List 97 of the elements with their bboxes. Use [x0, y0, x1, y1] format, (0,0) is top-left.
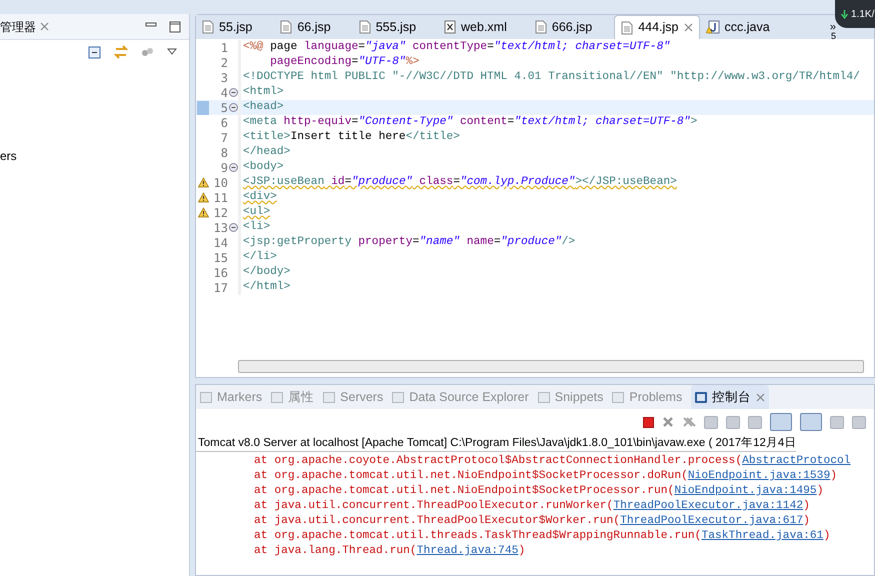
view-icon — [323, 392, 336, 402]
show-console-toggle[interactable] — [770, 413, 792, 431]
source-link[interactable]: ThreadPoolExecutor.java:1142 — [613, 500, 804, 512]
view-icon — [612, 392, 624, 402]
view-icon — [695, 392, 708, 402]
tree-item[interactable]: ers — [0, 148, 17, 164]
code-line: <JSP:useBean id="produce" class="com.lyp.Produce"></JSP:useBean> — [243, 174, 677, 190]
remove-all-icon[interactable] — [682, 416, 696, 428]
collapse-icon[interactable] — [228, 163, 238, 172]
code-line: <ul> — [243, 204, 270, 220]
code-line: </body> — [243, 264, 290, 280]
collapse-icon[interactable] — [228, 103, 238, 112]
editor-tab[interactable]: ccc.java — [700, 15, 792, 39]
code-line: <%@ page language="java" contentType="text/html; charset=UTF-8" — [243, 40, 670, 56]
line-number: 3 — [220, 70, 228, 86]
line-number: 13 — [212, 220, 228, 236]
close-icon[interactable] — [40, 22, 49, 31]
editor-tab[interactable]: 666.jsp — [528, 15, 614, 39]
stack-trace-line: at java.lang.Thread.run(Thread.java:745) — [254, 544, 526, 559]
code-line: <html> — [243, 84, 284, 100]
collapse-icon[interactable] — [228, 223, 238, 232]
source-link[interactable]: ThreadPoolExecutor.java:617 — [620, 515, 804, 527]
download-arrow-icon — [841, 10, 848, 18]
code-line: <li> — [243, 220, 270, 236]
warning-icon — [198, 177, 208, 188]
line-number: 15 — [212, 250, 228, 266]
speed-reading: 1.1K/ — [851, 8, 874, 22]
warning-icon — [198, 192, 208, 203]
link-arrows-icon[interactable] — [113, 45, 129, 59]
line-number: 7 — [220, 130, 228, 146]
view-menu-icon[interactable] — [167, 48, 177, 56]
java-file-warning-icon — [706, 20, 720, 34]
line-number: 1 — [220, 40, 228, 56]
collapse-icon[interactable] — [228, 88, 238, 97]
line-number: 17 — [212, 280, 228, 296]
code-line: pageEncoding="UTF-8"%> — [269, 54, 420, 70]
panel-tab[interactable]: 管理器 — [0, 18, 36, 36]
panel-tab[interactable]: 控制台 — [691, 385, 770, 409]
stack-trace-line: at org.apache.tomcat.util.threads.TaskThread$WrappingRunnable.run(TaskThread.java:61) — [254, 529, 830, 544]
source-link[interactable]: NioEndpoint.java:1539 — [688, 470, 830, 482]
maximize-icon[interactable] — [169, 20, 181, 32]
source-link[interactable]: Thread.java:745 — [416, 545, 518, 557]
code-line: </li> — [243, 250, 277, 266]
line-number: 16 — [212, 264, 228, 282]
line-number: 10 — [212, 174, 228, 192]
show-error-toggle[interactable] — [800, 413, 822, 431]
document-icon — [358, 20, 371, 34]
code-line: <div> — [243, 190, 277, 206]
line-number: 12 — [212, 204, 228, 222]
code-line: <!DOCTYPE html PUBLIC "-//W3C//DTD HTML 4.01 Transitional//EN" "http://www.w3.org/TR/html4/ — [243, 70, 860, 86]
editor-tab[interactable]: web.xml — [438, 15, 529, 39]
document-icon — [202, 20, 214, 34]
line-number: 2 — [220, 54, 228, 72]
line-number: 14 — [212, 234, 228, 252]
line-number: 8 — [220, 144, 228, 162]
editor-tab[interactable]: 444.jsp — [614, 15, 700, 39]
close-icon[interactable] — [756, 392, 766, 402]
horizontal-scrollbar[interactable] — [238, 360, 864, 373]
stop-icon[interactable] — [643, 416, 654, 428]
code-line: <jsp:getProperty property="name" name="produce"/> — [243, 234, 576, 250]
stack-trace-line: at org.apache.tomcat.util.net.NioEndpoint$SocketProcessor.run(NioEndpoint.java:1495) — [254, 484, 824, 499]
editor-tab[interactable]: 66.jsp — [274, 15, 353, 39]
editor-tab[interactable]: 555.jsp — [352, 15, 438, 39]
code-line: </head> — [243, 144, 290, 160]
code-line: </html> — [243, 280, 290, 296]
warning-icon — [198, 207, 208, 218]
line-number: 11 — [212, 190, 228, 206]
editor-tab[interactable]: 55.jsp — [196, 15, 274, 39]
source-link[interactable]: TaskThread.java:61 — [701, 530, 824, 542]
x-file-icon — [444, 20, 456, 34]
console-title: Tomcat v8.0 Server at localhost [Apache Tomcat] C:\Program Files\Java\jdk1.8.0_101\bin\javaw.exe ( 2017年12月4日 — [196, 435, 796, 452]
line-number: 6 — [220, 114, 228, 132]
stack-trace-line: at org.apache.tomcat.util.net.NioEndpoint$SocketProcessor.doRun(NioEndpoint.java:1539) — [254, 469, 838, 484]
code-line: <head> — [243, 100, 284, 116]
line-number: 9 — [220, 160, 228, 176]
tab-overflow-icon[interactable]: » — [830, 22, 836, 32]
collapse-all-icon[interactable] — [88, 46, 101, 58]
stack-trace-line: at org.apache.coyote.AbstractProtocol$AbstractConnectionHandler.process(AbstractProtocol — [254, 454, 851, 469]
view-icon — [200, 392, 212, 402]
source-link[interactable]: AbstractProtocol — [742, 455, 851, 467]
code-line: <body> — [243, 160, 284, 176]
stack-trace-line: at java.util.concurrent.ThreadPoolExecutor.runWorker(ThreadPoolExecutor.java:1142) — [254, 499, 810, 514]
line-number: 4 — [220, 84, 228, 102]
view-icon — [538, 392, 550, 402]
line-number: 5 — [220, 100, 228, 116]
code-line: <meta http-equiv="Content-Type" content="text/html; charset=UTF-8"> — [243, 114, 698, 130]
code-line: <title>Insert title here</title> — [243, 130, 460, 146]
document-icon — [280, 20, 292, 34]
close-icon[interactable] — [684, 23, 692, 32]
document-icon — [534, 20, 547, 34]
hidden-tab-count: 5 — [830, 30, 836, 42]
remove-icon[interactable] — [662, 416, 674, 428]
view-icon — [271, 392, 284, 402]
document-icon — [621, 20, 634, 34]
view-icon — [392, 392, 404, 402]
source-link[interactable]: NioEndpoint.java:1495 — [674, 485, 817, 497]
stack-trace-line: at java.util.concurrent.ThreadPoolExecutor$Worker.run(ThreadPoolExecutor.java:617) — [254, 514, 810, 529]
